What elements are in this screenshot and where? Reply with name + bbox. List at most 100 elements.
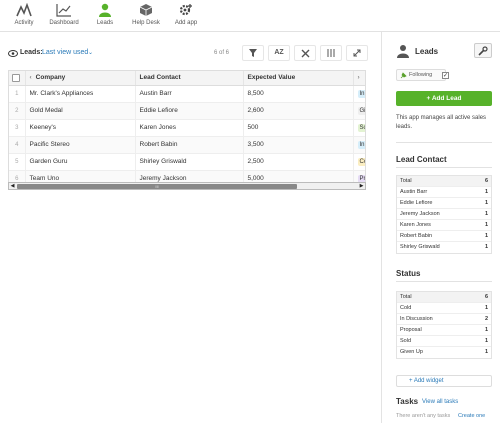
filter-button[interactable]	[242, 45, 264, 61]
list-item[interactable]: Jeremy Jackson 1	[397, 209, 491, 220]
contact-cell[interactable]: Robert Babin	[135, 136, 244, 154]
view-all-tasks-link[interactable]: View all tasks	[422, 399, 458, 405]
item-label: Proposal	[400, 327, 422, 333]
list-item[interactable]: Proposal 1	[397, 325, 491, 336]
status-cell[interactable]: In D	[353, 136, 365, 154]
value-cell[interactable]: 2,600	[243, 102, 354, 120]
app-description: This app manages all active sales leads.	[396, 115, 487, 130]
value-cell[interactable]: 500	[243, 119, 354, 137]
eye-icon	[8, 50, 18, 57]
list-item[interactable]: Given Up 1	[397, 347, 491, 358]
nav-item-dashboard[interactable]: Dashboard	[42, 3, 86, 26]
chevron-right-icon[interactable]: ›	[358, 74, 360, 81]
nav-label: Leads	[96, 20, 114, 26]
list-item[interactable]: Austin Barr 1	[397, 187, 491, 198]
expand-button[interactable]	[346, 45, 368, 61]
nav-label: Add app	[174, 20, 198, 26]
value-cell[interactable]: 8,500	[243, 85, 354, 103]
column-header-expected-value[interactable]: Expected Value	[243, 71, 354, 86]
company-cell[interactable]: Keeney's	[25, 119, 136, 137]
following-checkbox[interactable]: ✓	[442, 72, 449, 79]
add-lead-button[interactable]: + Add Lead	[396, 91, 492, 106]
horizontal-scrollbar[interactable]: ◀ III ▶	[8, 182, 366, 190]
nav-item-leads[interactable]: Leads	[83, 3, 127, 26]
expand-icon	[353, 49, 361, 57]
chevron-left-icon[interactable]: ‹	[30, 74, 32, 81]
item-label: Austin Barr	[400, 189, 428, 195]
table-row[interactable]: 5 Garden Guru Shirley Griswald 2,500 Col…	[9, 153, 365, 171]
list-item[interactable]: Cold 1	[397, 303, 491, 314]
table-row[interactable]: 1 Mr. Clark's Appliances Austin Barr 8,5…	[9, 85, 365, 103]
nav-item-help-desk[interactable]: Help Desk	[124, 3, 168, 26]
list-item[interactable]: Robert Babin 1	[397, 231, 491, 242]
contact-cell[interactable]: Shirley Griswald	[135, 153, 244, 171]
wrench-icon	[478, 46, 488, 56]
value-cell[interactable]: 3,500	[243, 136, 354, 154]
company-cell[interactable]: Pacific Stereo	[25, 136, 136, 154]
table-row[interactable]: 4 Pacific Stereo Robert Babin 3,500 In D	[9, 136, 365, 154]
create-task-link[interactable]: Create one	[458, 413, 485, 419]
contact-cell[interactable]: Karen Jones	[135, 119, 244, 137]
contact-cell[interactable]: Austin Barr	[135, 85, 244, 103]
tasks-empty-text: There aren't any tasks	[396, 413, 451, 419]
scroll-right-icon[interactable]: ▶	[358, 183, 365, 189]
value-cell[interactable]: 2,500	[243, 153, 354, 171]
row-number: 5	[9, 153, 26, 171]
nav-label: Dashboard	[49, 20, 79, 26]
item-value: 1	[484, 233, 488, 239]
column-header-lead-contact[interactable]: Lead Contact	[135, 71, 244, 86]
add-widget-button[interactable]: + Add widget	[396, 375, 492, 387]
status-cell[interactable]: Cold	[353, 153, 365, 171]
list-item[interactable]: Shirley Griswald 1	[397, 242, 491, 253]
view-selector[interactable]: Last view used	[42, 49, 88, 56]
tools-button[interactable]	[294, 45, 316, 61]
item-label: Robert Babin	[400, 233, 433, 239]
select-all-cell[interactable]	[9, 71, 26, 86]
status-cell[interactable]: In D	[353, 85, 365, 103]
item-value: 1	[484, 222, 488, 228]
scrollbar-thumb[interactable]: III	[17, 184, 297, 189]
columns-icon	[327, 49, 335, 57]
top-navigation: Activity Dashboard Leads Help Desk Add a…	[0, 0, 500, 32]
status-badge: Sold	[357, 123, 365, 132]
item-value: 1	[484, 200, 488, 206]
item-label: Jeremy Jackson	[400, 211, 440, 217]
row-number: 4	[9, 136, 26, 154]
row-number: 2	[9, 102, 26, 120]
columns-button[interactable]	[320, 45, 342, 61]
list-item[interactable]: Karen Jones 1	[397, 220, 491, 231]
contact-cell[interactable]: Eddie Lefiore	[135, 102, 244, 120]
select-all-checkbox[interactable]	[12, 73, 20, 82]
status-badge: Cold	[357, 157, 365, 166]
list-item[interactable]: Eddie Lefiore 1	[397, 198, 491, 209]
list-item-total: Total 6	[397, 176, 491, 187]
scrollbar-grip: III	[155, 184, 159, 189]
item-label: Sold	[400, 338, 412, 344]
status-cell[interactable]: Give	[353, 102, 365, 120]
company-cell[interactable]: Gold Medal	[25, 102, 136, 120]
following-button[interactable]: Following	[396, 69, 446, 81]
item-label: Shirley Griswald	[400, 244, 440, 250]
app-settings-button[interactable]	[474, 43, 492, 58]
item-value: 1	[484, 327, 488, 333]
column-header-next[interactable]: ›	[353, 71, 365, 86]
table-row[interactable]: 3 Keeney's Karen Jones 500 Sold	[9, 119, 365, 137]
column-label: Company	[35, 74, 66, 82]
company-cell[interactable]: Garden Guru	[25, 153, 136, 171]
chevron-down-icon[interactable]: ⌄	[88, 49, 93, 56]
item-value: 2	[484, 316, 488, 322]
scroll-left-icon[interactable]: ◀	[9, 183, 16, 189]
nav-item-activity[interactable]: Activity	[2, 3, 46, 26]
divider	[396, 281, 492, 282]
nav-label: Activity	[14, 20, 34, 26]
column-header-company[interactable]: ‹ Company	[25, 71, 136, 86]
item-label: Karen Jones	[400, 222, 431, 228]
divider	[396, 142, 492, 143]
list-item[interactable]: Sold 1	[397, 336, 491, 347]
status-cell[interactable]: Sold	[353, 119, 365, 137]
nav-item-add-app[interactable]: Add app	[164, 3, 208, 26]
company-cell[interactable]: Mr. Clark's Appliances	[25, 85, 136, 103]
sort-button[interactable]: AZ	[268, 45, 290, 61]
table-row[interactable]: 2 Gold Medal Eddie Lefiore 2,600 Give	[9, 102, 365, 120]
list-item[interactable]: In Discussion 2	[397, 314, 491, 325]
